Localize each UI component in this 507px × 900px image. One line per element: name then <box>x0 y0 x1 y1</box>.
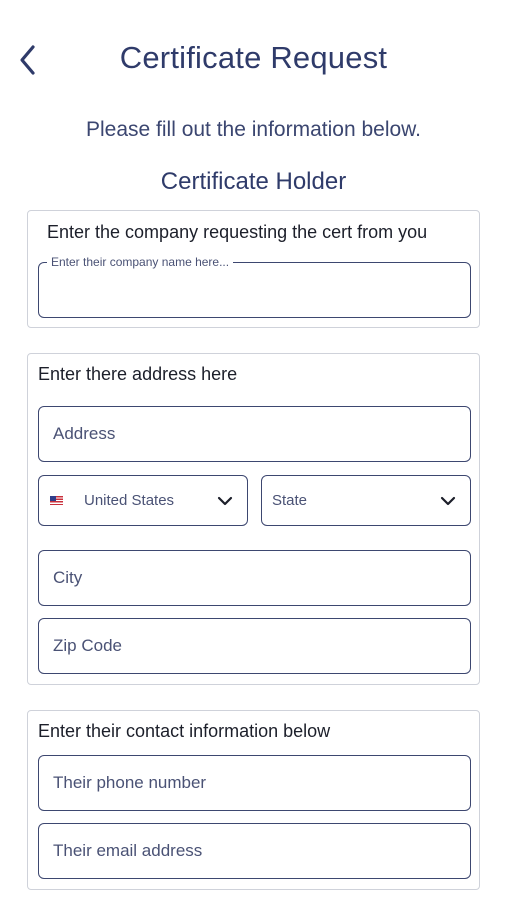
address-input[interactable] <box>53 407 456 461</box>
email-input[interactable] <box>53 824 456 878</box>
page-title: Certificate Request <box>119 40 388 75</box>
phone-field[interactable] <box>38 755 471 811</box>
company-name-field[interactable]: Enter their company name here... <box>38 255 471 318</box>
zip-code-field[interactable] <box>38 618 471 674</box>
section-heading: Certificate Holder <box>160 168 347 195</box>
state-selected-value: State <box>272 492 308 509</box>
address-card: Enter there address here United States S… <box>27 353 480 685</box>
address-field[interactable] <box>38 406 471 462</box>
contact-card-label: Enter their contact information below <box>38 721 331 741</box>
country-selected-value: United States <box>84 492 175 509</box>
company-card: Enter the company requesting the cert fr… <box>27 210 480 328</box>
phone-input[interactable] <box>53 756 456 810</box>
us-flag-icon <box>50 496 63 505</box>
contact-card: Enter their contact information below <box>27 710 480 890</box>
instructions-text: Please fill out the information below. <box>85 118 422 141</box>
country-select[interactable]: United States <box>38 475 248 526</box>
city-input[interactable] <box>53 551 456 605</box>
certificate-request-screen: Certificate Request Please fill out the … <box>0 0 507 900</box>
chevron-down-icon <box>217 496 233 505</box>
address-card-label: Enter there address here <box>38 364 238 384</box>
company-card-label: Enter the company requesting the cert fr… <box>47 222 428 242</box>
city-field[interactable] <box>38 550 471 606</box>
email-field[interactable] <box>38 823 471 879</box>
zip-code-input[interactable] <box>53 619 456 673</box>
company-name-input[interactable] <box>53 273 456 313</box>
chevron-down-icon <box>440 496 456 505</box>
company-name-floating-label: Enter their company name here... <box>47 255 234 269</box>
state-select[interactable]: State <box>261 475 471 526</box>
